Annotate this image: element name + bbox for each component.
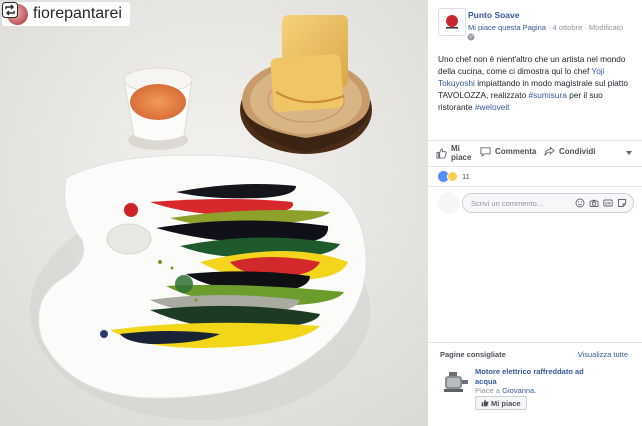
share-label: Condividi (559, 147, 596, 156)
repost-username[interactable]: fiorepantarei (33, 5, 122, 23)
suggested-page-name[interactable]: Motore elettrico raffreddato ad acqua (475, 367, 595, 387)
share-button[interactable]: Condividi (544, 146, 595, 157)
like-label-line1: Mi (451, 144, 460, 153)
thumbs-up-icon (436, 147, 447, 159)
emoji-icon[interactable] (575, 198, 585, 208)
post-meta: Mi piace questa Pagina · 4 ottobre · Mod… (468, 23, 623, 32)
repost-icon (2, 2, 18, 18)
hashtag-weloveit[interactable]: #weloveit (475, 102, 510, 112)
like-label: Mi piace (451, 144, 471, 162)
edited-label[interactable]: Modificato (589, 23, 623, 32)
suggested-pages-title: Pagine consigliate (440, 350, 506, 359)
suggested-like-label: Mi piace (491, 398, 521, 408)
page-avatar[interactable] (438, 8, 466, 36)
post-actions: Mi piace Commenta Condividi (428, 140, 642, 166)
post-date[interactable]: 4 ottobre (553, 23, 583, 32)
liked-by-prefix: Piace a (475, 386, 503, 395)
electric-motor-thumbnail[interactable] (440, 367, 470, 397)
like-page-link[interactable]: Mi piace questa Pagina (468, 23, 546, 32)
suggested-page-like-button[interactable]: Mi piace (475, 396, 527, 410)
suggested-pages: Pagine consigliate Visualizza tutte Moto… (428, 342, 642, 426)
repost-badge: fiorepantarei (2, 2, 130, 26)
comment-label: Commenta (495, 147, 537, 156)
reactions-bar[interactable]: 11 (428, 166, 642, 184)
suggested-page-social: Piace a Giovanna. (475, 386, 536, 395)
like-button[interactable]: Mi piace (436, 144, 471, 162)
comment-icon (480, 147, 491, 157)
see-all-link[interactable]: Visualizza tutte (578, 350, 628, 359)
post-sidebar: Punto Soave Mi piace questa Pagina · 4 o… (428, 0, 642, 426)
reaction-count[interactable]: 11 (462, 172, 470, 181)
hashtag-sumisura[interactable]: #sumisura (529, 90, 567, 100)
user-avatar (438, 192, 460, 214)
meta-separator: · (545, 23, 553, 32)
page-name[interactable]: Punto Soave (468, 10, 519, 20)
meta-separator: · (582, 23, 589, 32)
globe-icon (467, 33, 475, 41)
like-label-line2: piace (451, 153, 472, 162)
post-text: Uno chef non è nient'altro che un artist… (438, 53, 638, 113)
comment-button[interactable]: Commenta (480, 146, 536, 157)
comment-composer: GIF (428, 186, 642, 218)
thumbs-up-icon (481, 399, 489, 407)
wow-reaction-icon (447, 171, 458, 182)
post-header: Punto Soave Mi piace questa Pagina · 4 o… (438, 8, 636, 42)
gif-icon[interactable]: GIF (603, 198, 613, 208)
more-options-icon[interactable] (626, 151, 632, 155)
svg-text:GIF: GIF (605, 202, 612, 206)
punto-soave-logo-icon (446, 15, 458, 29)
camera-icon[interactable] (589, 198, 599, 208)
share-icon (544, 146, 555, 156)
post-photo[interactable]: fiorepantarei (0, 0, 428, 426)
sticker-icon[interactable] (617, 198, 627, 208)
liked-by-friend[interactable]: Giovanna. (502, 386, 536, 395)
dish-photo-illustration (0, 0, 428, 426)
